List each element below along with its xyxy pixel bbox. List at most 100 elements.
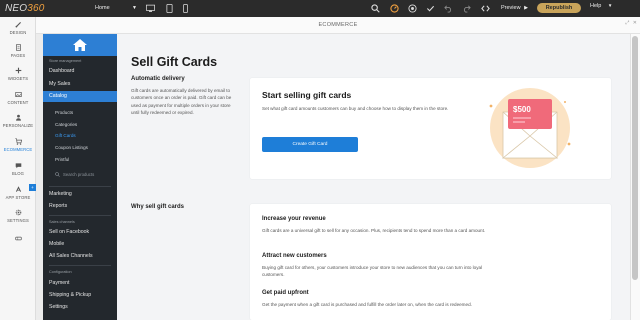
panel-title: ECOMMERCE [318,22,358,28]
configuration-label: Configuration [49,270,72,274]
rail-label: ECOMMERCE [3,147,33,152]
logo-text: NEO [5,3,28,14]
nav-shipping[interactable]: Shipping & Pickup [43,290,117,301]
scrollbar-thumb[interactable] [632,36,638,280]
nav-categories[interactable]: Categories [43,120,117,130]
search-button[interactable] [368,2,382,15]
start-selling-title: Start selling gift cards [262,90,352,100]
rail-item-widgets[interactable]: WIDGETS [0,67,36,81]
feature-heading: Increase your revenue [262,216,326,222]
redo-button[interactable] [459,2,473,15]
nav-coupons[interactable]: Coupon Listings [43,143,117,153]
content-icon [14,92,22,97]
top-bar: NEO360 Home ▼ Preview ▶ Republish Help ▼ [0,0,640,17]
expand-icon[interactable]: ⤢ [625,20,629,26]
rail-label: DESIGN [9,30,27,35]
search-icon [370,4,380,13]
preview-label: Preview [501,5,521,11]
page-select-value: Home [95,5,110,11]
nav-my-sales[interactable]: My Sales [43,79,117,90]
check-icon [426,5,434,12]
why-sell-heading: Why sell gift cards [131,204,185,210]
rail-label: PAGES [10,53,26,58]
logo-accent: 360 [27,3,45,14]
nav-all-channels[interactable]: All Sales Channels [43,251,117,262]
home-icon [73,39,87,51]
rail-item-content[interactable]: CONTENT [0,91,36,105]
rail-label: SETTINGS [7,218,29,223]
rail-item-pages[interactable]: PAGES [0,44,36,58]
preview-button[interactable]: Preview ▶ [497,3,532,13]
undo-button[interactable] [441,2,455,15]
feature-heading: Attract new customers [262,253,327,259]
nav-settings[interactable]: Settings [43,302,117,313]
rail-item-design[interactable]: DESIGN [0,21,36,35]
why-sell-card: Increase your revenue Gift cards are a u… [250,204,611,320]
search-icon [55,171,60,177]
code-button[interactable] [478,2,492,15]
desktop-view-button[interactable] [143,2,157,15]
rail-label: APP STORE [5,195,31,200]
page-select-dropdown[interactable]: Home ▼ [91,2,139,15]
nav-divider [49,215,111,216]
gift-card-illustration: $500 [489,88,571,168]
nav-payment[interactable]: Payment [43,278,117,289]
rail-item-extra[interactable] [0,235,36,244]
feature-heading: Get paid upfront [262,290,309,296]
start-selling-text: Set what gift card amounts customers can… [262,106,449,111]
tablet-icon [166,4,172,13]
nav-gift-cards[interactable]: Gift Cards [43,131,117,141]
nav-reports[interactable]: Reports [43,201,117,212]
app-logo[interactable]: NEO360 [5,3,45,14]
desktop-icon [145,4,155,12]
rail-label: BLOG [11,171,25,176]
rail-item-settings[interactable]: SETTINGS [0,209,36,223]
rail-item-personalize[interactable]: PERSONALIZE [0,114,36,128]
mobile-view-button[interactable] [178,2,192,15]
nav-marketing[interactable]: Marketing [43,189,117,200]
person-icon [15,114,21,121]
chevron-down-icon: ▼ [607,3,613,8]
gift-card-amount: $500 [513,105,531,114]
chat-icon [15,163,21,169]
rail-item-ecommerce[interactable]: ECOMMERCE [0,138,36,152]
rail-label: CONTENT [7,100,29,105]
republish-button[interactable]: Republish [537,3,581,13]
left-rail: DESIGN PAGES WIDGETS CONTENT PERSONALIZE… [0,17,36,320]
store-sidebar: Store management Dashboard My Sales Cata… [43,34,117,320]
product-search[interactable]: Search products [55,170,115,178]
panel-controls: ⤢ ✕ [625,20,637,26]
nav-facebook[interactable]: Sell on Facebook [43,227,117,238]
ticket-icon [14,236,22,241]
store-management-label: Store management [49,59,82,63]
nav-products[interactable]: Products [43,108,117,118]
nav-catalog[interactable]: Catalog [43,91,117,102]
panel-header: ECOMMERCE ⤢ ✕ [36,17,640,34]
pages-icon [15,44,21,51]
app-store-badge: + [29,184,36,191]
help-button[interactable]: Help ▼ [590,3,612,9]
code-icon [480,5,490,12]
mobile-icon [182,4,188,13]
gear-icon [15,209,21,216]
rail-label: PERSONALIZE [2,123,34,128]
check-button[interactable] [423,2,437,15]
auto-delivery-heading: Automatic delivery [131,76,185,82]
nav-printful[interactable]: Printful [43,155,117,165]
layers-button[interactable] [405,2,419,15]
sales-channels-label: Sales channels [49,220,75,224]
layers-icon [407,4,417,13]
close-icon[interactable]: ✕ [633,20,637,26]
auto-delivery-text: Gift cards are automatically delivered b… [131,88,232,116]
rail-item-blog[interactable]: BLOG [0,162,36,176]
nav-mobile[interactable]: Mobile [43,239,117,250]
create-gift-card-button[interactable]: Create Gift Card [262,137,358,152]
store-home-button[interactable] [43,34,117,56]
help-label: Help [590,3,602,9]
main-content: Sell Gift Cards Automatic delivery Gift … [117,34,630,320]
speed-button[interactable] [387,2,401,15]
nav-dashboard[interactable]: Dashboard [43,66,117,77]
tablet-view-button[interactable] [162,2,176,15]
redo-icon [463,5,471,13]
brush-icon [15,22,21,28]
